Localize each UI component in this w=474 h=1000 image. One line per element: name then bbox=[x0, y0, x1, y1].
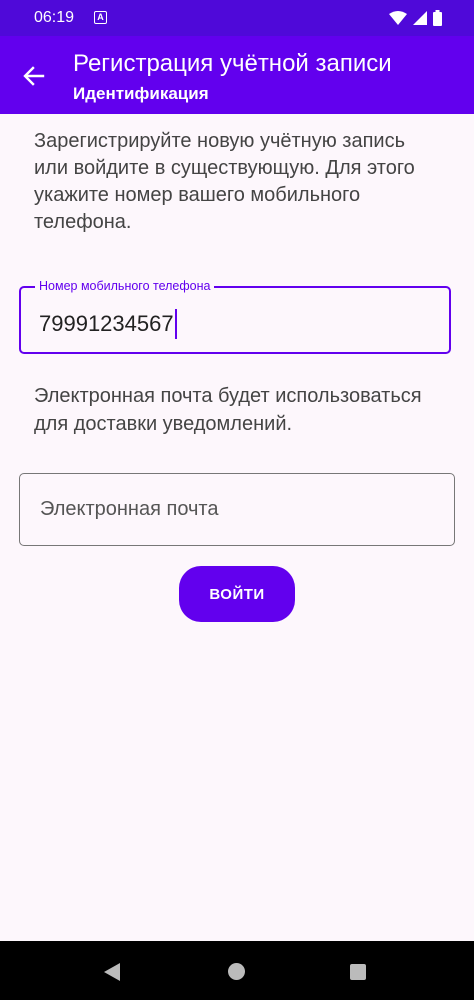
login-button[interactable]: ВОЙТИ bbox=[179, 566, 295, 622]
email-field[interactable]: Электронная почта bbox=[19, 473, 455, 546]
email-note: Электронная почта будет использоваться д… bbox=[34, 385, 422, 435]
status-time: 06:19 bbox=[34, 9, 75, 26]
signal-icon bbox=[413, 11, 427, 25]
phone-field[interactable]: Номер мобильного телефона 79991234567 bbox=[19, 279, 451, 354]
text-cursor bbox=[174, 309, 177, 339]
battery-icon bbox=[433, 10, 442, 26]
intro-text: Зарегистрируйте новую учётную запись или… bbox=[34, 130, 415, 233]
a-box-icon: A bbox=[94, 11, 107, 24]
arrow-back-icon bbox=[23, 66, 45, 86]
phone-field-label: Номер мобильного телефона bbox=[35, 279, 215, 293]
email-placeholder: Электронная почта bbox=[40, 498, 219, 520]
phone-input-value[interactable]: 79991234567 bbox=[39, 311, 174, 337]
back-button[interactable] bbox=[14, 56, 54, 96]
navigation-bar bbox=[0, 941, 474, 1000]
page-title: Регистрация учётной записи bbox=[73, 50, 392, 77]
wifi-icon bbox=[389, 11, 407, 25]
status-bar: 06:19 A bbox=[0, 0, 474, 36]
nav-recents-icon[interactable] bbox=[350, 964, 366, 980]
page-subtitle: Идентификация bbox=[73, 84, 209, 103]
status-icons bbox=[389, 9, 442, 27]
app-bar: Регистрация учётной записи Идентификация bbox=[0, 36, 474, 114]
nav-home-icon[interactable] bbox=[228, 963, 245, 980]
nav-back-icon[interactable] bbox=[104, 963, 122, 981]
phone-value-wrap: 79991234567 bbox=[39, 309, 177, 339]
